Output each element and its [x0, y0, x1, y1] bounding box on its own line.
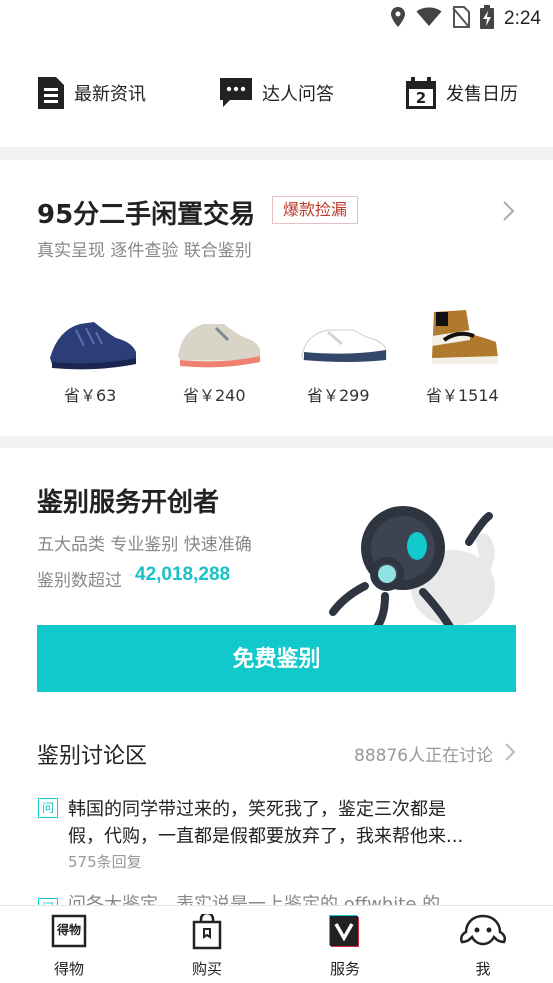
free-authenticate-button[interactable]: 免费鉴别: [37, 625, 516, 692]
sneaker-icon: [432, 310, 498, 364]
service-v-icon: [327, 914, 363, 954]
news-icon: [38, 77, 64, 109]
dewu-logo-icon: 得物: [51, 914, 87, 948]
trade-badge: 爆款捡漏: [272, 196, 359, 224]
shoe-price: 省￥299: [307, 386, 370, 405]
bottom-tab-bar: 得物 得物 购买 服务 我: [0, 905, 553, 983]
quick-nav: 最新资讯 达人问答 2 发售日历: [0, 60, 553, 130]
shopping-bag-icon: [191, 911, 223, 954]
profile-mascot-icon: [458, 914, 508, 954]
status-icons: 2:24: [390, 5, 541, 33]
chevron-right-icon[interactable]: [504, 742, 516, 766]
shoe-price: 省￥240: [183, 386, 246, 405]
shoe-price: 省￥1514: [426, 386, 499, 405]
calendar-day: 2: [415, 89, 427, 107]
mascot-illustration: [325, 496, 505, 636]
auth-count-label: 鉴别数超过: [37, 571, 122, 591]
trade-section[interactable]: 95分二手闲置交易 爆款捡漏 真实呈现 逐件查验 联合鉴别 省￥63 省￥240…: [0, 160, 553, 436]
discussion-post-partial[interactable]: 问各大鉴定，表实说是一上鉴定的 offwhite 的...: [68, 890, 518, 905]
quick-nav-news-label: 最新资讯: [74, 84, 146, 105]
tab-service-label: 服务: [329, 960, 360, 978]
discussion-count[interactable]: 88876人正在讨论: [354, 741, 493, 766]
tab-buy-label: 购买: [191, 960, 222, 978]
sneaker-icon: [50, 322, 136, 370]
chevron-right-icon[interactable]: [502, 200, 516, 226]
auth-title: 鉴别服务开创者: [37, 488, 220, 518]
question-tag: 问: [38, 898, 58, 905]
quick-nav-qa[interactable]: 达人问答: [220, 76, 334, 110]
shoe-price: 省￥63: [64, 386, 117, 405]
quick-nav-calendar-label: 发售日历: [446, 84, 518, 105]
status-bar: 2:24: [0, 0, 553, 38]
discussion-post[interactable]: 韩国的同学带过来的，笑死我了，鉴定三次都是 假，代购，一直都是假都要放弃了，我来…: [68, 796, 508, 850]
section-divider: [0, 436, 553, 448]
quick-nav-qa-label: 达人问答: [262, 84, 334, 105]
quick-nav-news[interactable]: 最新资讯: [38, 76, 146, 110]
quick-nav-calendar[interactable]: 2 发售日历: [406, 76, 518, 110]
no-sim-icon: [452, 6, 471, 32]
calendar-icon: 2: [406, 77, 436, 109]
discussion-title: 鉴别讨论区: [37, 744, 148, 769]
auth-subtitle: 五大品类 专业鉴别 快速准确: [37, 535, 252, 555]
status-time: 2:24: [504, 8, 541, 29]
post-line: 假，代购，一直都是假都要放弃了，我来帮他来...: [68, 826, 464, 847]
trade-subtitle: 真实呈现 逐件查验 联合鉴别: [37, 241, 252, 261]
auth-count: 42,018,288: [135, 564, 231, 585]
tab-service[interactable]: 服务: [276, 906, 414, 983]
authentication-section: 鉴别服务开创者 五大品类 专业鉴别 快速准确 鉴别数超过 42,018,288 …: [0, 448, 553, 708]
question-tag: 问: [38, 798, 58, 818]
tab-dewu[interactable]: 得物 得物: [0, 906, 138, 983]
post-replies: 575条回复: [68, 853, 142, 871]
section-divider: [0, 147, 553, 160]
sneaker-icon: [301, 329, 387, 362]
chat-bubble-icon: [220, 78, 252, 108]
battery-charging-icon: [480, 5, 495, 33]
wifi-icon: [416, 7, 442, 31]
trade-title: 95分二手闲置交易: [37, 200, 256, 230]
post-line: 韩国的同学带过来的，笑死我了，鉴定三次都是: [68, 799, 446, 820]
tab-dewu-label: 得物: [53, 960, 84, 978]
discussion-section: 鉴别讨论区 88876人正在讨论 问 韩国的同学带过来的，笑死我了，鉴定三次都是…: [0, 720, 553, 905]
tab-buy[interactable]: 购买: [138, 906, 276, 983]
location-icon: [390, 6, 406, 32]
tab-me[interactable]: 我: [414, 906, 552, 983]
dewu-logo-text: 得物: [56, 923, 81, 937]
sneaker-icon: [178, 324, 260, 368]
tab-me-label: 我: [475, 960, 491, 978]
